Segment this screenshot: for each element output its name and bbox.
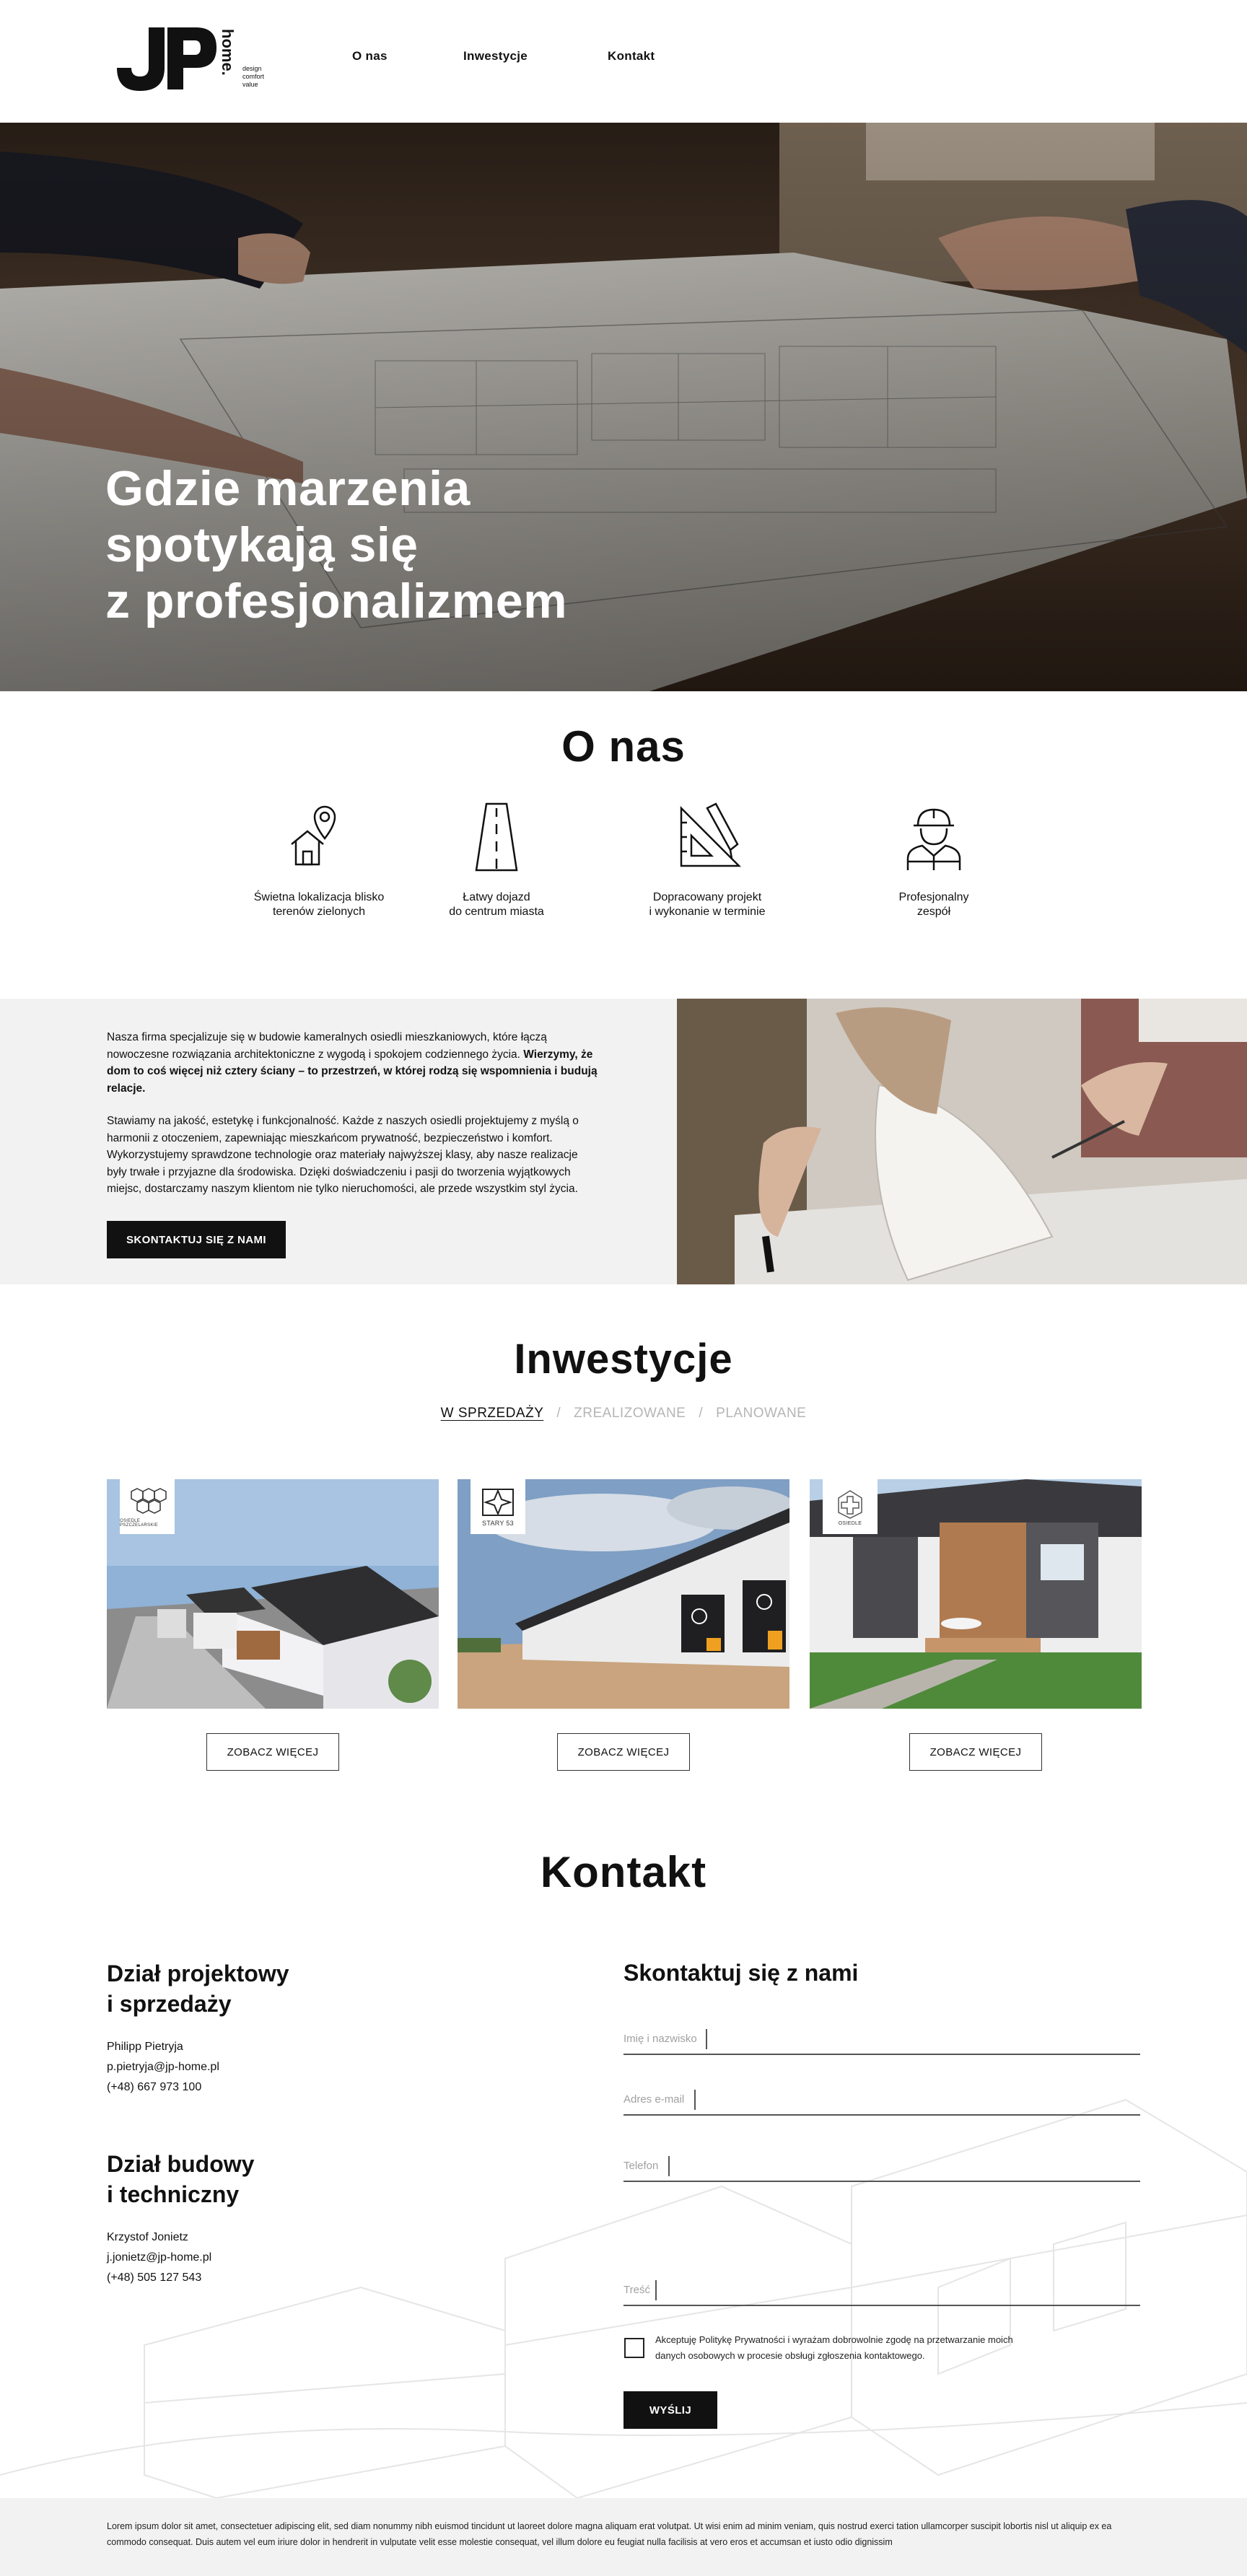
logo-tagline-1: design <box>242 65 262 72</box>
send-button[interactable]: WYŚLIJ <box>624 2391 717 2429</box>
set-square-pencil-icon <box>680 802 742 867</box>
about-text: Nasza firma specjalizuje się w budowie k… <box>107 1029 598 1214</box>
contact-phone[interactable]: (+48) 667 973 100 <box>107 2081 201 2094</box>
contact-us-button[interactable]: SKONTAKTUJ SIĘ Z NAMI <box>107 1221 286 1258</box>
tab-separator: / <box>556 1406 561 1421</box>
contact-name: Philipp Pietryja <box>107 2041 183 2053</box>
section-title-o-nas: O nas <box>561 722 686 771</box>
badge-label: OSIEDLE <box>838 1520 862 1526</box>
hero-title-line: z profesjonalizmem <box>105 574 568 628</box>
see-more-button-1[interactable]: ZOBACZ WIĘCEJ <box>206 1733 339 1771</box>
about-block: Nasza firma specjalizuje się w budowie k… <box>0 999 1247 1284</box>
feature-project: Dopracowany projekt i wykonanie w termin… <box>613 801 801 919</box>
feature-label: Łatwy dojazd do centrum miasta <box>449 891 544 918</box>
logo-tagline-3: value <box>242 81 258 88</box>
phone-field[interactable]: Telefon <box>624 2152 1140 2182</box>
hexagons-icon <box>131 1488 167 1514</box>
feature-road: Łatwy dojazd do centrum miasta <box>403 801 590 919</box>
contact-email[interactable]: j.jonietz@jp-home.pl <box>107 2251 211 2264</box>
message-field-label: Treść <box>624 2284 650 2296</box>
team-blueprint-photo <box>677 999 1247 1284</box>
feature-label: Świetna lokalizacja blisko terenów zielo… <box>253 891 385 918</box>
consent-text: Akceptuję Politykę Prywatności i wyrażam… <box>655 2334 1013 2361</box>
contact-phone[interactable]: (+48) 505 127 543 <box>107 2271 201 2284</box>
name-field-label: Imię i nazwisko <box>624 2033 697 2045</box>
see-more-button-3[interactable]: ZOBACZ WIĘCEJ <box>909 1733 1042 1771</box>
feature-label: Dopracowany projekt i wykonanie w termin… <box>649 891 766 918</box>
contact-email[interactable]: p.pietryja@jp-home.pl <box>107 2061 219 2074</box>
cross-icon <box>838 1489 862 1519</box>
badge-label: STARY 53 <box>482 1520 514 1527</box>
investment-badge: OSIEDLE <box>823 1479 878 1534</box>
feature-location: Świetna lokalizacja blisko terenów zielo… <box>225 801 413 919</box>
tab-zrealizowane[interactable]: ZREALIZOWANE <box>574 1406 686 1421</box>
road-icon <box>475 802 518 872</box>
text-caret <box>694 2090 696 2110</box>
tab-planowane[interactable]: PLANOWANE <box>716 1406 806 1421</box>
investment-badge: STARY 53 <box>471 1479 525 1534</box>
hero-title-line: Gdzie marzenia <box>105 461 471 516</box>
email-field[interactable]: Adres e-mail <box>624 2085 1140 2116</box>
logo-word: home. <box>219 29 237 76</box>
hero-title: Gdzie marzenia spotykają się z profesjon… <box>105 460 567 629</box>
contact-name: Krzystof Jonietz <box>107 2231 188 2243</box>
section-title-kontakt: Kontakt <box>540 1848 707 1896</box>
nav-item-inwestycje[interactable]: Inwestycje <box>463 49 528 63</box>
compass-star-icon <box>482 1489 514 1516</box>
hero-banner: Gdzie marzenia spotykają się z profesjon… <box>0 123 1247 691</box>
about-paragraph-2: Stawiamy na jakość, estetykę i funkcjona… <box>107 1115 579 1195</box>
phone-field-label: Telefon <box>624 2160 659 2172</box>
consent-checkbox[interactable] <box>624 2338 644 2358</box>
message-field[interactable]: Treść <box>624 2276 1140 2306</box>
feature-team: Profesjonalny zespół <box>840 801 1028 919</box>
investment-card-2[interactable]: STARY 53 <box>458 1479 789 1709</box>
department-heading: Dział projektowy i sprzedaży <box>107 1961 289 2017</box>
department-heading: Dział budowy i techniczny <box>107 2151 255 2207</box>
jp-home-logo[interactable]: home. design comfort value <box>115 26 267 91</box>
investment-badge: OSIEDLE PSZCZELARSKIE <box>120 1479 175 1534</box>
section-title-inwestycje: Inwestycje <box>514 1336 733 1383</box>
nav-item-kontakt[interactable]: Kontakt <box>608 49 655 63</box>
construction-worker-icon <box>906 808 961 870</box>
email-field-label: Adres e-mail <box>624 2093 685 2106</box>
text-caret <box>668 2156 670 2176</box>
badge-label: OSIEDLE PSZCZELARSKIE <box>120 1519 158 1528</box>
investment-card-1[interactable]: OSIEDLE PSZCZELARSKIE <box>107 1479 439 1709</box>
location-home-icon <box>291 805 336 866</box>
investment-card-3[interactable]: OSIEDLE <box>810 1479 1142 1709</box>
name-field[interactable]: Imię i nazwisko <box>624 2025 1140 2055</box>
see-more-button-2[interactable]: ZOBACZ WIĘCEJ <box>557 1733 690 1771</box>
investment-tabs: W SPRZEDAŻY / ZREALIZOWANE / PLANOWANE <box>0 1406 1247 1421</box>
about-paragraph-1: Nasza firma specjalizuje się w budowie k… <box>107 1031 598 1095</box>
logo-tagline-2: comfort <box>242 73 265 80</box>
nav-item-o-nas[interactable]: O nas <box>352 49 388 63</box>
footer-text: Lorem ipsum dolor sit amet, consectetuer… <box>107 2521 1112 2547</box>
site-header: home. design comfort value O nas Inwesty… <box>0 0 1247 123</box>
text-caret <box>655 2280 657 2300</box>
site-footer: Lorem ipsum dolor sit amet, consectetuer… <box>0 2498 1247 2576</box>
tab-separator: / <box>699 1406 704 1421</box>
tab-w-sprzedazy[interactable]: W SPRZEDAŻY <box>441 1406 544 1421</box>
text-caret <box>706 2029 707 2049</box>
hero-title-line: spotykają się <box>105 517 419 572</box>
feature-label: Profesjonalny zespół <box>898 891 969 918</box>
form-title: Skontaktuj się z nami <box>624 1960 859 1986</box>
